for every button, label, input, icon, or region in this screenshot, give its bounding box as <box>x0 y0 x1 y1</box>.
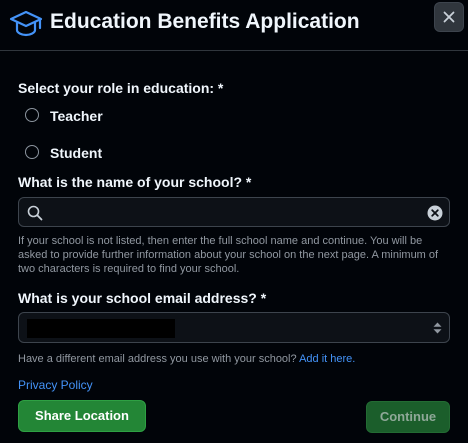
school-help-text: If your school is not listed, then enter… <box>18 235 439 275</box>
student-radio[interactable] <box>25 145 39 159</box>
clear-icon[interactable] <box>427 205 443 221</box>
alt-email-text: Have a different email address you use w… <box>18 353 297 365</box>
dialog-header: Education Benefits Application <box>0 0 468 51</box>
role-label: Select your role in education: * <box>18 80 224 96</box>
dialog-title: Education Benefits Application <box>50 10 360 33</box>
continue-button[interactable]: Continue <box>366 401 450 433</box>
teacher-label: Teacher <box>50 108 103 124</box>
mortarboard-icon <box>9 8 43 40</box>
alt-email-prompt: Have a different email address you use w… <box>18 353 355 365</box>
search-icon <box>27 205 43 221</box>
education-benefits-dialog: Education Benefits Application Select yo… <box>0 0 468 443</box>
close-icon <box>443 11 455 23</box>
school-label: What is the name of your school? * <box>18 174 252 190</box>
close-button[interactable] <box>434 2 464 32</box>
privacy-policy-link[interactable]: Privacy Policy <box>18 378 93 392</box>
school-search-box[interactable] <box>18 197 450 227</box>
redacted-email-value <box>27 319 175 338</box>
school-email-select[interactable] <box>18 312 450 343</box>
student-label: Student <box>50 145 103 161</box>
add-email-link[interactable]: Add it here. <box>299 353 355 365</box>
school-search-input[interactable] <box>51 202 425 224</box>
teacher-radio[interactable] <box>25 108 39 122</box>
share-location-button[interactable]: Share Location <box>18 400 146 432</box>
email-label: What is your school email address? * <box>18 290 267 306</box>
updown-arrows-icon <box>433 322 442 334</box>
